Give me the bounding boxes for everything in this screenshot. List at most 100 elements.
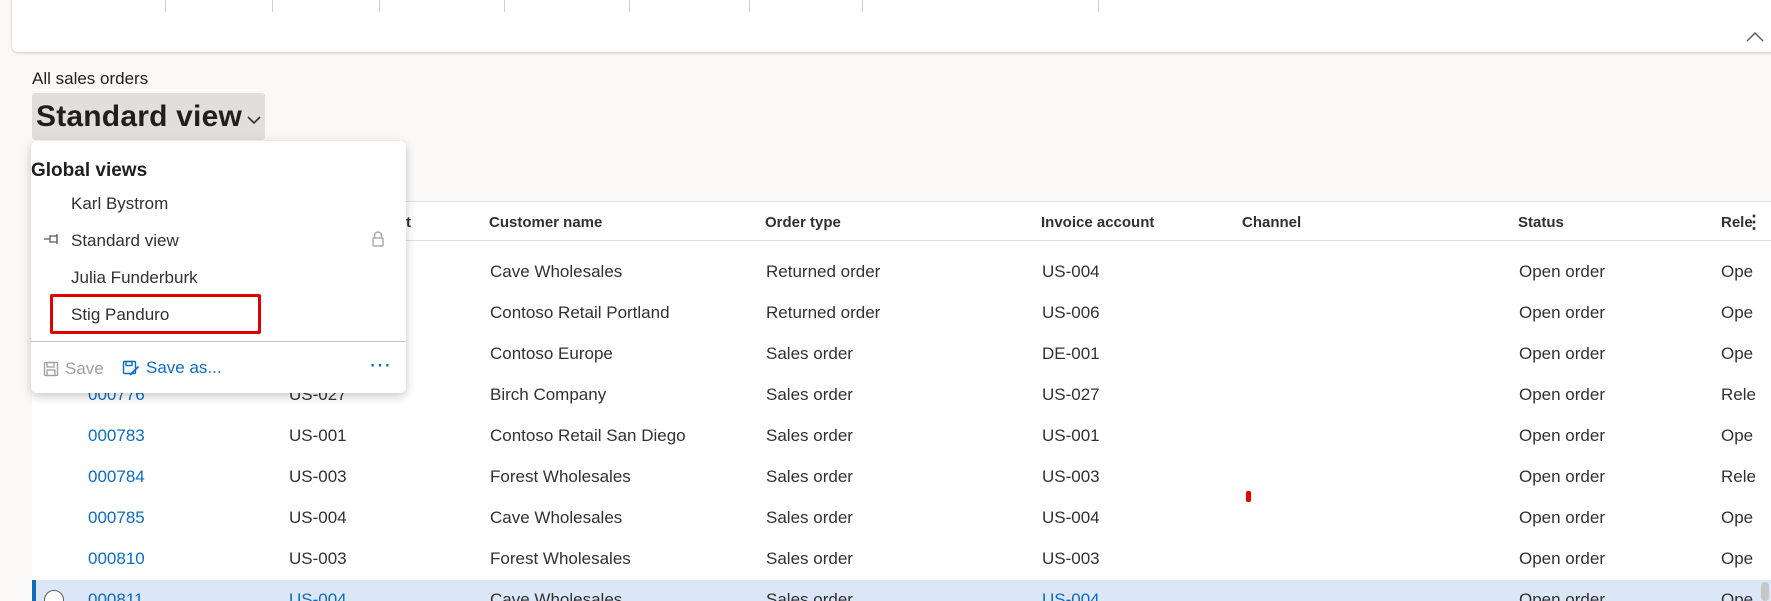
- table-row-selected[interactable]: 000811 US-004 Cave Wholesales Sales orde…: [32, 580, 1771, 601]
- customer-account[interactable]: US-004: [289, 590, 347, 601]
- table-row[interactable]: 000785 US-004 Cave Wholesales Sales orde…: [32, 498, 1771, 539]
- save-as-label: Save as...: [146, 358, 222, 377]
- view-item-karl-bystrom[interactable]: Karl Bystrom: [31, 186, 406, 222]
- invoice-account: US-004: [1042, 262, 1100, 281]
- order-status: Open order: [1519, 303, 1605, 322]
- customer-name: Birch Company: [490, 385, 607, 404]
- order-number-link[interactable]: 000811: [88, 590, 143, 601]
- customer-name: Cave Wholesales: [490, 590, 623, 601]
- customer-account: US-003: [289, 549, 347, 568]
- more-options-button[interactable]: ⋯: [369, 352, 392, 378]
- divider: [629, 0, 630, 12]
- customer-name: Cave Wholesales: [490, 508, 623, 527]
- column-header-customer-name[interactable]: Customer name: [489, 214, 602, 231]
- release-status: Ope: [1721, 590, 1754, 601]
- annotation-mark: [1246, 491, 1251, 502]
- divider: [749, 0, 750, 12]
- selection-indicator: [32, 580, 36, 601]
- column-header-account[interactable]: t: [406, 214, 411, 231]
- release-status: Ope: [1721, 549, 1754, 568]
- order-type: Returned order: [766, 262, 881, 281]
- chevron-down-icon: [247, 115, 261, 124]
- divider: [165, 0, 166, 12]
- order-status: Open order: [1519, 426, 1605, 445]
- order-type: Sales order: [766, 508, 853, 527]
- column-header-status[interactable]: Status: [1518, 214, 1564, 231]
- table-row[interactable]: 000783 US-001 Contoso Retail San Diego S…: [32, 416, 1771, 457]
- customer-account: US-003: [289, 467, 347, 486]
- invoice-account: US-003: [1042, 549, 1100, 568]
- order-status: Open order: [1519, 467, 1605, 486]
- view-selector-button[interactable]: Standard view: [32, 93, 265, 140]
- customer-name: Cave Wholesales: [490, 262, 623, 281]
- save-view-button[interactable]: Save: [43, 359, 104, 379]
- views-dropdown: Global views Karl Bystrom Standard view …: [31, 141, 406, 393]
- highlight-box: [50, 294, 261, 334]
- save-as-icon: [122, 360, 140, 376]
- collapse-panel-button[interactable]: [1743, 25, 1767, 49]
- table-row[interactable]: 000784 US-003 Forest Wholesales Sales or…: [32, 457, 1771, 498]
- customer-account: US-004: [289, 508, 347, 527]
- invoice-account: US-003: [1042, 467, 1100, 486]
- invoice-account[interactable]: US-004: [1042, 590, 1100, 601]
- column-header-invoice-account[interactable]: Invoice account: [1041, 214, 1154, 231]
- divider: [31, 341, 406, 342]
- column-header-order-type[interactable]: Order type: [765, 214, 841, 231]
- column-header-channel[interactable]: Channel: [1242, 214, 1301, 231]
- global-views-heading: Global views: [31, 160, 148, 181]
- customer-name: Contoso Europe: [490, 344, 613, 363]
- order-number-link[interactable]: 000784: [88, 467, 145, 487]
- release-status: Rele: [1721, 385, 1756, 404]
- invoice-account: DE-001: [1042, 344, 1100, 363]
- order-number-link[interactable]: 000783: [88, 426, 145, 446]
- view-item-label: Karl Bystrom: [71, 194, 169, 213]
- release-status: Rele: [1721, 467, 1756, 486]
- order-type: Sales order: [766, 344, 853, 363]
- table-row[interactable]: 000810 US-003 Forest Wholesales Sales or…: [32, 539, 1771, 580]
- view-item-label: Julia Funderburk: [71, 268, 198, 287]
- release-status: Ope: [1721, 262, 1754, 281]
- order-status: Open order: [1519, 262, 1605, 281]
- invoice-account: US-027: [1042, 385, 1100, 404]
- vertical-scrollbar[interactable]: [1761, 582, 1769, 601]
- release-status: Ope: [1721, 508, 1754, 527]
- row-select-radio[interactable]: [44, 590, 64, 601]
- release-status: Ope: [1721, 426, 1754, 445]
- order-number-link[interactable]: 000810: [88, 549, 145, 569]
- customer-name: Contoso Retail Portland: [490, 303, 670, 322]
- order-status: Open order: [1519, 508, 1605, 527]
- save-icon: [43, 361, 59, 377]
- order-number-link[interactable]: 000785: [88, 508, 145, 528]
- order-type: Sales order: [766, 467, 853, 486]
- invoice-account: US-006: [1042, 303, 1100, 322]
- view-item-julia-funderburk[interactable]: Julia Funderburk: [31, 260, 406, 296]
- view-item-label: Standard view: [71, 231, 179, 250]
- release-status: Ope: [1721, 344, 1754, 363]
- view-item-standard-view[interactable]: Standard view: [31, 223, 406, 259]
- order-type: Returned order: [766, 303, 881, 322]
- order-type: Sales order: [766, 426, 853, 445]
- order-type: Sales order: [766, 385, 853, 404]
- divider: [1098, 0, 1099, 12]
- customer-name: Forest Wholesales: [490, 549, 631, 568]
- divider: [379, 0, 380, 12]
- pin-icon: [44, 234, 58, 244]
- customer-name: Contoso Retail San Diego: [490, 426, 686, 445]
- page-caption: All sales orders: [32, 69, 149, 88]
- save-as-button[interactable]: Save as...: [122, 358, 222, 378]
- save-label: Save: [65, 359, 104, 378]
- customer-account: US-001: [289, 426, 347, 445]
- lock-icon: [372, 231, 384, 247]
- invoice-account: US-001: [1042, 426, 1100, 445]
- order-status: Open order: [1519, 549, 1605, 568]
- customer-name: Forest Wholesales: [490, 467, 631, 486]
- column-options-icon[interactable]: ⋮: [1745, 212, 1763, 233]
- divider: [272, 0, 273, 12]
- order-status: Open order: [1519, 590, 1605, 601]
- chevron-up-icon: [1746, 31, 1764, 42]
- order-type: Sales order: [766, 590, 853, 601]
- view-title: Standard view: [36, 99, 242, 133]
- order-status: Open order: [1519, 344, 1605, 363]
- release-status: Ope: [1721, 303, 1754, 322]
- invoice-account: US-004: [1042, 508, 1100, 527]
